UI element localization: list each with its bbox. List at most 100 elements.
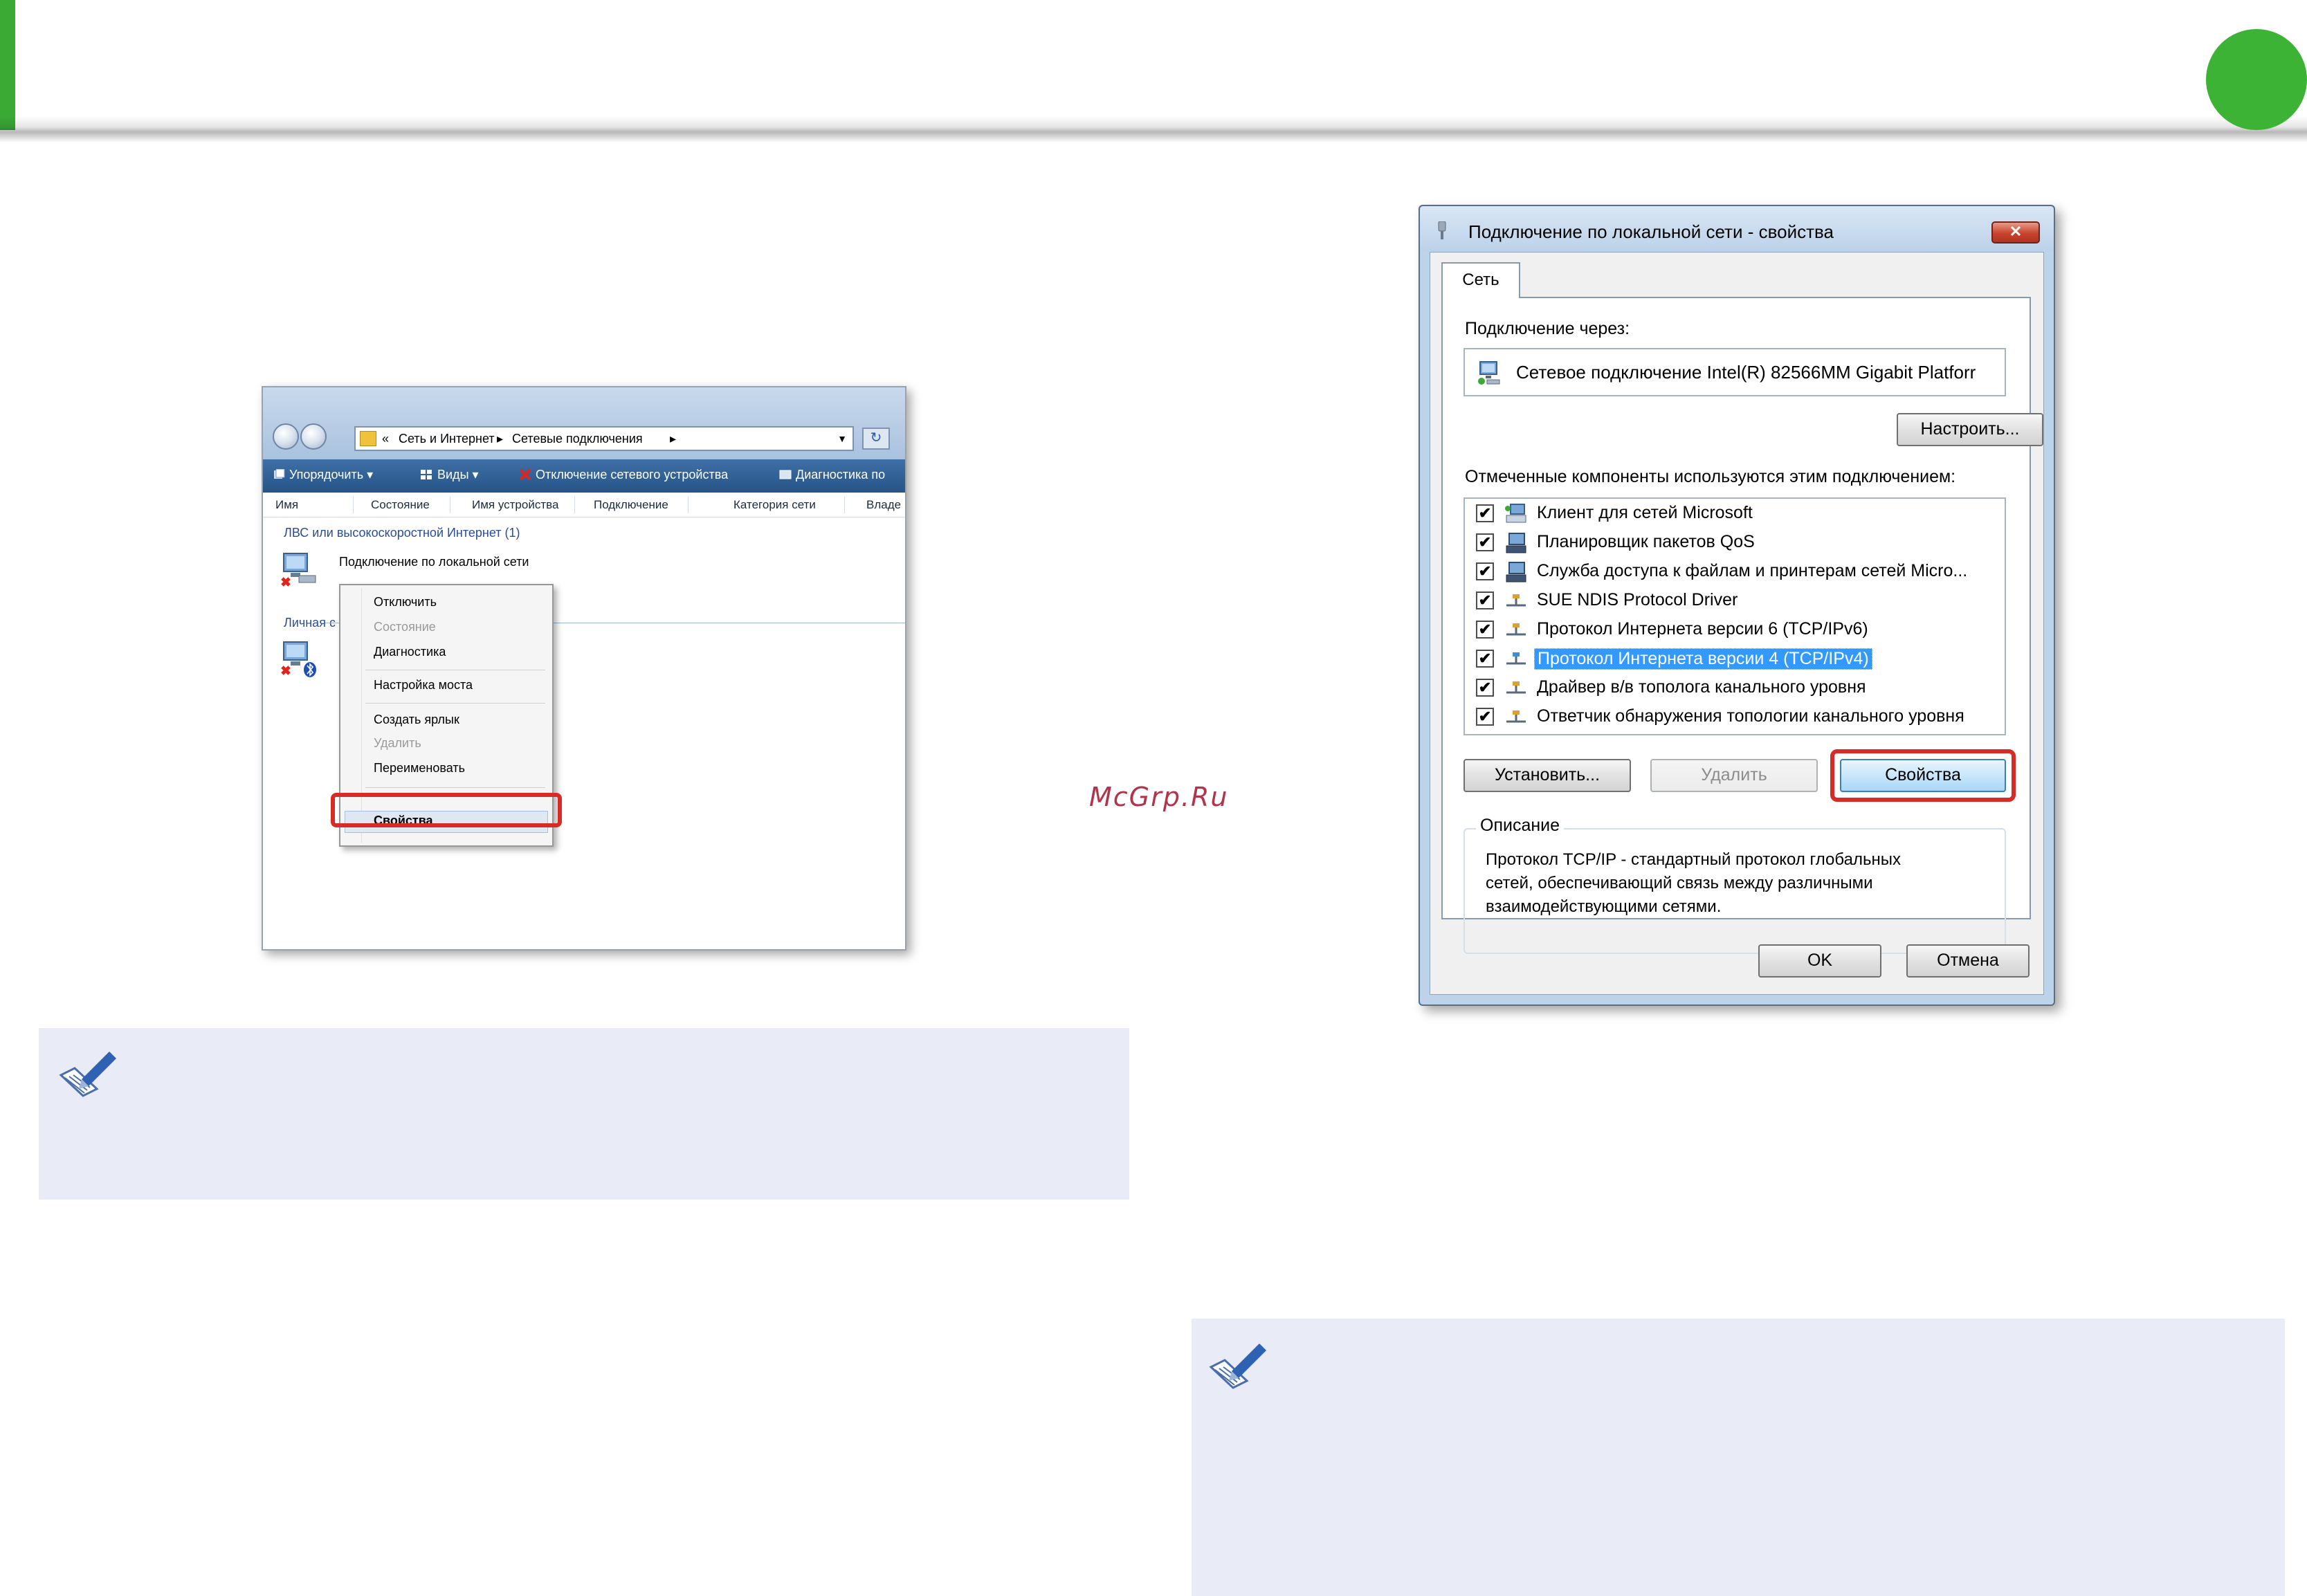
list-item[interactable]: ✔ Клиент для сетей Microsoft <box>1465 500 2005 529</box>
chevron-down-icon[interactable]: ▼ <box>837 433 847 444</box>
views-button[interactable]: Виды ▾ <box>421 468 479 482</box>
list-item[interactable]: ✔ Ответчик обнаружения топологии канальн… <box>1465 704 2005 733</box>
components-list: ✔ Клиент для сетей Microsoft ✔ Планировщ… <box>1463 497 2006 735</box>
component-label: SUE NDIS Protocol Driver <box>1537 590 1738 609</box>
column-network-category[interactable]: Категория сети <box>733 498 816 512</box>
checkbox[interactable]: ✔ <box>1476 591 1494 609</box>
component-label: Клиент для сетей Microsoft <box>1537 503 1753 522</box>
cancel-button[interactable]: Отмена <box>1906 944 2030 978</box>
column-name[interactable]: Имя <box>275 498 298 512</box>
breadcrumb-overflow-icon[interactable]: « <box>382 432 389 446</box>
close-icon: ✕ <box>2009 223 2023 240</box>
dialog-titlebar[interactable]: Подключение по локальной сети - свойства… <box>1420 206 2054 250</box>
checkbox[interactable]: ✔ <box>1476 621 1494 639</box>
diagnose-label: Диагностика по <box>796 468 886 481</box>
diagnose-icon <box>779 470 792 479</box>
ok-button[interactable]: OK <box>1758 944 1881 978</box>
watermark: McGrp.Ru <box>1089 782 1229 812</box>
forward-button[interactable] <box>300 423 327 450</box>
diagnose-button[interactable]: Диагностика по <box>779 468 885 482</box>
menu-item-bridge[interactable]: Настройка моста <box>374 678 473 692</box>
checkbox[interactable]: ✔ <box>1476 708 1494 726</box>
component-label: Протокол Интернета версии 6 (TCP/IPv6) <box>1537 619 1868 639</box>
note-pencil-icon <box>59 1052 116 1097</box>
header-divider <box>0 116 2307 143</box>
network-protocol-icon <box>1506 594 1526 607</box>
network-service-icon <box>1506 533 1526 553</box>
list-item[interactable]: ✔ Протокол Интернета версии 6 (TCP/IPv6) <box>1465 616 2005 645</box>
menu-item-delete[interactable]: Удалить <box>374 736 421 751</box>
network-adapter-icon[interactable] <box>280 551 318 589</box>
install-button[interactable]: Установить... <box>1463 759 1631 792</box>
note-pencil-icon <box>1209 1343 1266 1389</box>
breadcrumb-network-internet[interactable]: Сеть и Интернет <box>399 432 495 446</box>
checkbox[interactable]: ✔ <box>1476 533 1494 551</box>
menu-item-create-shortcut[interactable]: Создать ярлык <box>374 713 459 727</box>
menu-item-rename[interactable]: Переименовать <box>374 761 465 776</box>
address-field[interactable]: « Сеть и Интернет ▸ Сетевые подключения … <box>354 426 854 451</box>
dialog-title: Подключение по локальной сети - свойства <box>1468 221 1834 242</box>
refresh-icon[interactable]: ↻ <box>862 428 890 450</box>
dialog-body: Сеть Подключение через: Сетевое подключе… <box>1430 252 2044 995</box>
network-client-icon <box>1505 504 1526 523</box>
header-accent-bar <box>0 0 15 130</box>
checkbox[interactable]: ✔ <box>1476 650 1494 668</box>
configure-button[interactable]: Настроить... <box>1897 413 2043 446</box>
components-label: Отмеченные компоненты используются этим … <box>1465 467 1956 486</box>
list-item-selected[interactable]: ✔ Протокол Интернета версии 4 (TCP/IPv4) <box>1465 645 2005 675</box>
connect-through-label: Подключение через: <box>1465 319 1630 338</box>
organize-icon <box>274 469 285 479</box>
network-protocol-icon <box>1506 710 1526 723</box>
menu-item-status[interactable]: Состояние <box>374 620 436 634</box>
disable-device-label: Отключение сетевого устройства <box>536 468 729 481</box>
network-protocol-icon <box>1506 652 1526 665</box>
breadcrumb-arrow-icon[interactable]: ▸ <box>670 432 676 446</box>
adapter-name: Сетевое подключение Intel(R) 82566MM Gig… <box>1516 362 1976 383</box>
network-tab-panel: Подключение через: Сетевое подключение I… <box>1441 297 2043 954</box>
network-protocol-icon <box>1506 681 1526 694</box>
adapter-field: Сетевое подключение Intel(R) 82566MM Gig… <box>1463 348 2006 396</box>
breadcrumb-network-connections[interactable]: Сетевые подключения <box>512 432 643 446</box>
column-connectivity[interactable]: Подключение <box>594 498 668 512</box>
note-box <box>1192 1319 2285 1596</box>
column-owner[interactable]: Владе <box>866 498 901 512</box>
properties-highlight-frame <box>1830 749 2016 802</box>
folder-icon <box>360 431 376 446</box>
list-item[interactable]: ✔ Драйвер в/в тополога канального уровня <box>1465 675 2005 704</box>
connection-label[interactable]: Подключение по локальной сети <box>339 553 547 570</box>
menu-item-disable[interactable]: Отключить <box>374 595 437 609</box>
bluetooth-adapter-icon[interactable] <box>280 639 318 678</box>
organize-label: Упорядочить ▾ <box>289 468 374 481</box>
breadcrumb-arrow-icon[interactable]: ▸ <box>497 432 503 446</box>
checkbox[interactable]: ✔ <box>1476 679 1494 697</box>
description-text: сетей, обеспечивающий связь между различ… <box>1486 874 1873 892</box>
views-label: Виды ▾ <box>437 468 479 481</box>
page-badge-circle <box>2206 29 2307 130</box>
organize-button[interactable]: Упорядочить ▾ <box>273 468 373 482</box>
explorer-toolbar: Упорядочить ▾ Виды ▾ Отключение сетевого… <box>263 459 905 493</box>
close-button[interactable]: ✕ <box>1991 221 2040 244</box>
back-button[interactable] <box>273 423 299 450</box>
checkbox[interactable]: ✔ <box>1476 562 1494 580</box>
remove-button[interactable]: Удалить <box>1650 759 1818 792</box>
column-status[interactable]: Состояние <box>371 498 430 512</box>
component-label: Протокол Интернета версии 4 (TCP/IPv4) <box>1534 648 1872 670</box>
network-connections-screenshot: « Сеть и Интернет ▸ Сетевые подключения … <box>262 386 906 951</box>
disable-device-button[interactable]: Отключение сетевого устройства <box>519 468 728 482</box>
description-text: Протокол TCP/IP - стандартный протокол г… <box>1486 850 1901 869</box>
list-item[interactable]: ✔ Планировщик пакетов QoS <box>1465 529 2005 558</box>
explorer-address-bar: « Сеть и Интернет ▸ Сетевые подключения … <box>263 387 905 459</box>
note-box <box>39 1028 1129 1200</box>
menu-item-diagnose[interactable]: Диагностика <box>374 645 446 659</box>
properties-highlight-frame <box>331 793 562 827</box>
list-item[interactable]: ✔ SUE NDIS Protocol Driver <box>1465 587 2005 616</box>
checkbox[interactable]: ✔ <box>1476 504 1494 522</box>
tab-network[interactable]: Сеть <box>1441 262 1520 298</box>
column-device-name[interactable]: Имя устройства <box>472 498 558 512</box>
network-adapter-icon <box>1478 361 1500 385</box>
properties-dialog: Подключение по локальной сети - свойства… <box>1419 205 2055 1006</box>
views-icon <box>421 470 432 479</box>
list-item[interactable]: ✔ Служба доступа к файлам и принтерам се… <box>1465 558 2005 587</box>
group-header-lan[interactable]: ЛВС или высокоскоростной Интернет (1) <box>284 526 520 540</box>
column-headers: Имя Состояние Имя устройства Подключение… <box>263 493 905 517</box>
